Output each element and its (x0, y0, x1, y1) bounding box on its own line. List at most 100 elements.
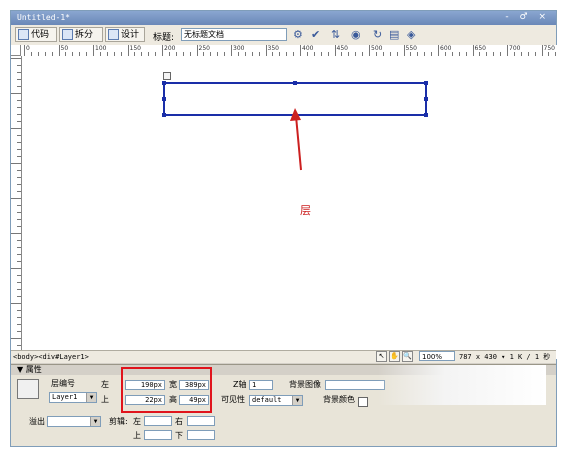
ruler-label: 750 (543, 45, 555, 52)
view-options-icon[interactable]: ▤ (389, 29, 399, 41)
visibility-select[interactable]: default ▼ (249, 395, 303, 406)
overflow-dropdown-icon[interactable]: ▼ (90, 417, 100, 426)
position-size-highlight (121, 367, 212, 413)
ruler-label: 550 (405, 45, 417, 52)
top-label: 上 (101, 395, 109, 404)
layer-anchor-icon[interactable] (163, 72, 171, 80)
resize-handle-n[interactable] (293, 81, 297, 85)
design-view-button[interactable]: 设计 (105, 27, 145, 42)
ruler-tick (17, 261, 21, 262)
ruler-label: 100 (95, 45, 107, 52)
ruler-tick (11, 233, 21, 234)
ruler-tick (17, 254, 21, 255)
layer-id-dropdown-icon[interactable]: ▼ (86, 393, 96, 402)
ruler-tick (17, 296, 21, 297)
vertical-ruler[interactable] (11, 56, 22, 359)
ruler-tick (11, 163, 21, 164)
clip-top-field[interactable] (144, 430, 172, 440)
window-size-readout[interactable]: 787 x 430 ▾ 1 K / 1 秒 (459, 352, 550, 362)
ruler-tick (17, 177, 21, 178)
browser-check-icon[interactable]: ⚙ (293, 29, 303, 41)
ruler-tick (11, 303, 21, 304)
resize-handle-sw[interactable] (162, 113, 166, 117)
clip-bottom-field[interactable] (187, 430, 215, 440)
ruler-tick (17, 107, 21, 108)
left-label: 左 (101, 380, 109, 389)
resize-handle-e[interactable] (424, 97, 428, 101)
zoom-select[interactable]: 100% (419, 351, 455, 361)
clip-label: 剪辑: (109, 417, 128, 426)
split-view-button[interactable]: 拆分 (59, 27, 103, 42)
window-titlebar[interactable]: Untitled-1* - ♂ × (11, 11, 556, 25)
zoom-value: 100% (422, 353, 443, 361)
design-view-icon (108, 29, 119, 40)
window-controls[interactable]: - ♂ × (505, 12, 550, 22)
resize-handle-nw[interactable] (162, 81, 166, 85)
split-view-label: 拆分 (75, 30, 94, 40)
ruler-tick (17, 121, 21, 122)
layer-box[interactable] (162, 81, 428, 117)
window-title: Untitled-1* (17, 13, 70, 22)
z-index-field[interactable]: 1 (249, 380, 273, 390)
ruler-label: 650 (474, 45, 486, 52)
blurred-region (378, 365, 546, 405)
resize-handle-s[interactable] (293, 113, 297, 117)
document-toolbar: 代码 拆分 设计 标题: 无标题文档 ⚙ ✔ ⇅ ◉ ↻ ▤ ◈ (11, 25, 556, 46)
ruler-tick (17, 324, 21, 325)
ruler-corner (11, 45, 21, 56)
ruler-tick (17, 170, 21, 171)
ruler-tick (17, 331, 21, 332)
validate-icon[interactable]: ✔ (311, 29, 320, 41)
ruler-label: 350 (267, 45, 279, 52)
ruler-tick (17, 310, 21, 311)
design-canvas[interactable]: 层 (22, 56, 558, 359)
ruler-tick (17, 282, 21, 283)
ruler-label: 300 (233, 45, 245, 52)
ruler-tick (17, 275, 21, 276)
clip-right-field[interactable] (187, 416, 215, 426)
ruler-label: 450 (336, 45, 348, 52)
hand-tool-icon[interactable]: ✋ (389, 351, 400, 362)
ruler-tick (11, 93, 21, 94)
bg-image-field[interactable] (325, 380, 385, 390)
overflow-select[interactable]: ▼ (47, 416, 101, 427)
clip-left-field[interactable] (144, 416, 172, 426)
ruler-label: 0 (26, 45, 30, 52)
ruler-tick (11, 58, 21, 59)
select-tool-icon[interactable]: ↖ (376, 351, 387, 362)
title-label: 标题: (153, 33, 175, 43)
ruler-tick (17, 205, 21, 206)
refresh-icon[interactable]: ↻ (373, 29, 382, 41)
visibility-dropdown-icon[interactable]: ▼ (292, 396, 302, 405)
ruler-tick (17, 142, 21, 143)
zoom-tool-icon[interactable]: 🔍 (402, 351, 413, 362)
ruler-tick (17, 345, 21, 346)
resize-handle-se[interactable] (424, 113, 428, 117)
overflow-label: 溢出 (29, 417, 45, 426)
ruler-tick (17, 184, 21, 185)
ruler-tick (11, 268, 21, 269)
split-view-icon (62, 29, 73, 40)
page-title-input[interactable]: 无标题文档 (181, 28, 287, 41)
visual-aids-icon[interactable]: ◈ (407, 29, 415, 41)
resize-handle-ne[interactable] (424, 81, 428, 85)
tag-selector[interactable]: <body><div#Layer1> (13, 352, 89, 362)
ruler-tick (17, 156, 21, 157)
code-view-label: 代码 (31, 30, 50, 40)
ruler-tick (17, 212, 21, 213)
ruler-tick (17, 72, 21, 73)
ruler-tick (17, 135, 21, 136)
ruler-tick (17, 191, 21, 192)
layer-id-select[interactable]: Layer1 ▼ (49, 392, 97, 403)
visibility-value: default (252, 396, 282, 404)
status-bar: <body><div#Layer1> ↖ ✋ 🔍 100% 787 x 430 … (11, 350, 556, 363)
ruler-label: 500 (371, 45, 383, 52)
file-management-icon[interactable]: ⇅ (331, 29, 340, 41)
resize-handle-w[interactable] (162, 97, 166, 101)
ruler-label: 250 (198, 45, 210, 52)
bg-color-picker[interactable] (358, 397, 368, 407)
preview-browser-icon[interactable]: ◉ (351, 29, 361, 41)
bg-image-label: 背景图像 (289, 380, 321, 389)
code-view-icon (18, 29, 29, 40)
code-view-button[interactable]: 代码 (15, 27, 57, 42)
